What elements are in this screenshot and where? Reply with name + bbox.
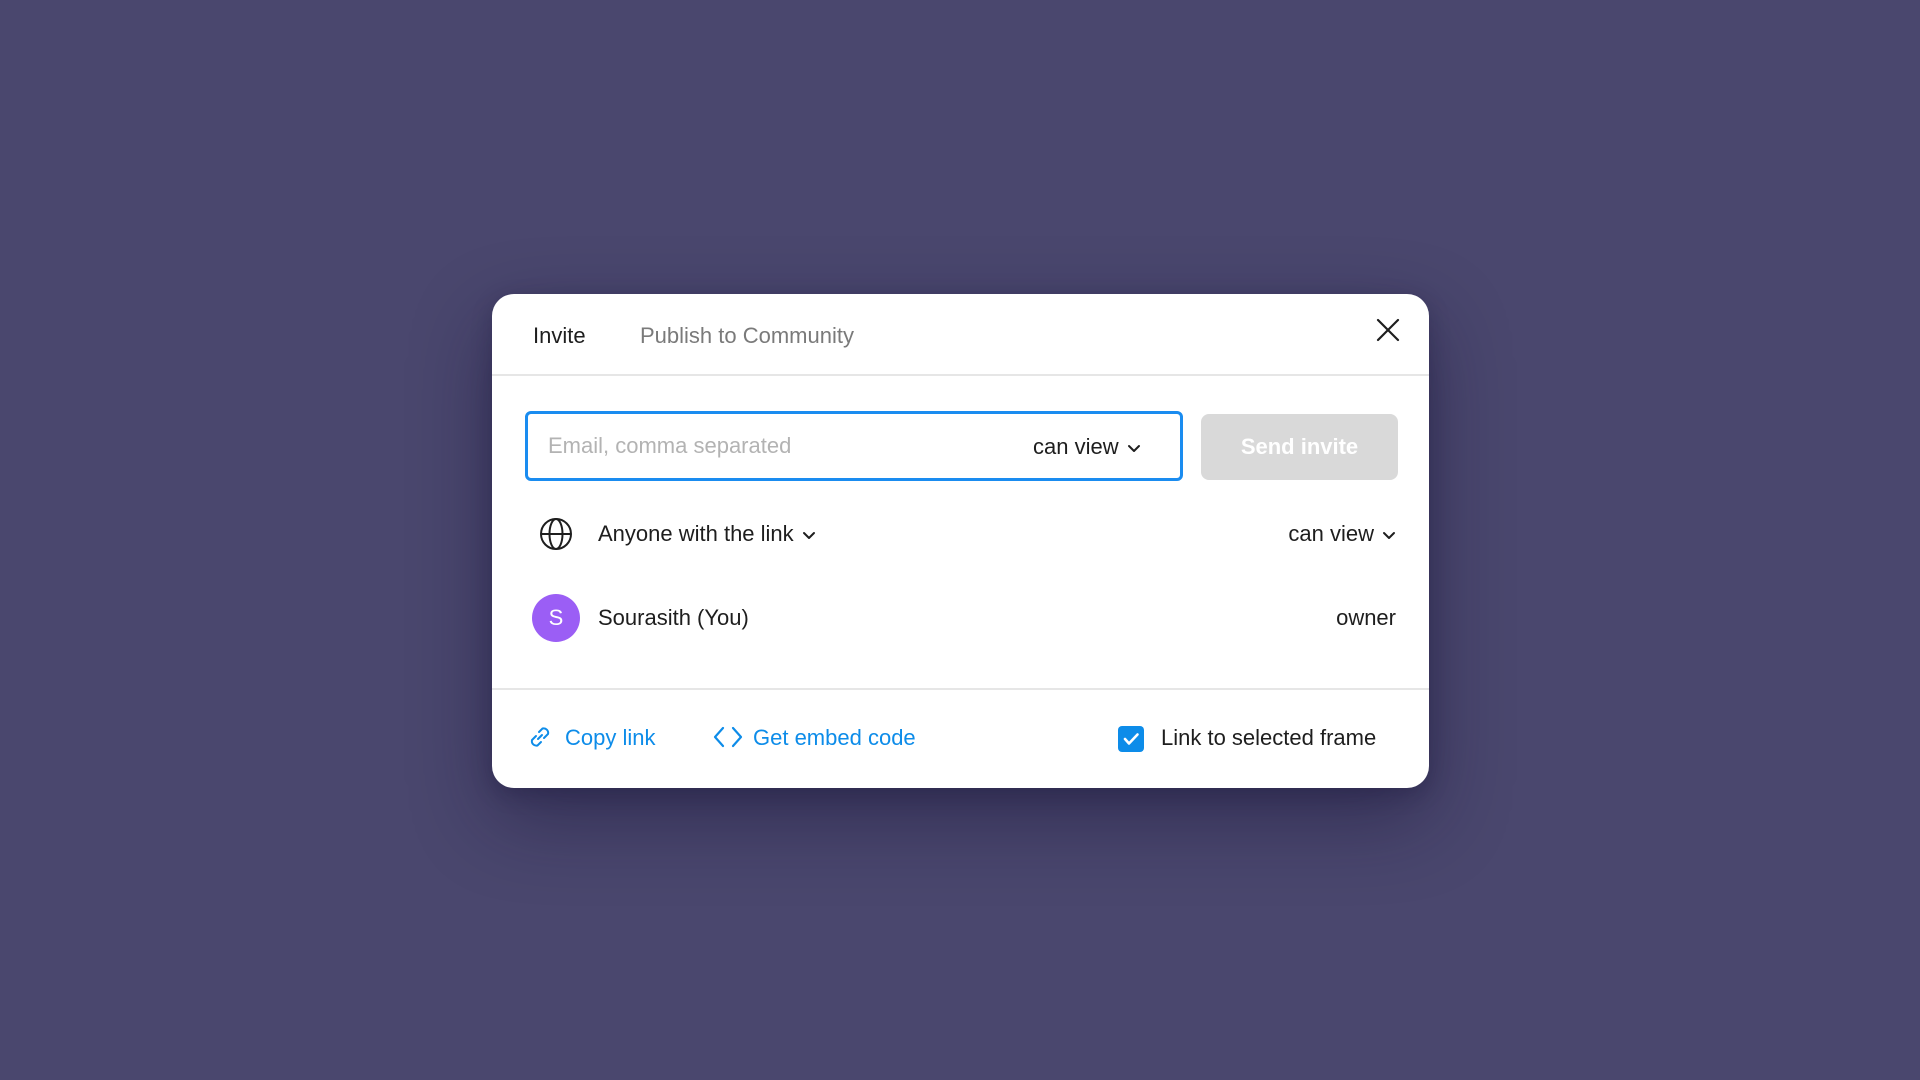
link-access-row: Anyone with the link can view [492, 512, 1429, 556]
get-embed-code-button[interactable]: Get embed code [713, 724, 916, 752]
check-icon [1123, 733, 1139, 745]
link-to-frame-label: Link to selected frame [1161, 725, 1377, 750]
close-icon [1376, 318, 1400, 342]
chevron-down-icon [1127, 445, 1140, 453]
member-name: Sourasith (You) [598, 605, 749, 630]
link-icon [530, 727, 550, 747]
invite-permission-value: can view [1033, 434, 1119, 459]
tab-invite[interactable]: Invite [533, 322, 586, 350]
copy-link-label: Copy link [565, 725, 656, 750]
dialog-header: Invite Publish to Community [492, 294, 1429, 376]
dialog-footer: Copy link Get embed code Link to selecte… [492, 688, 1429, 788]
member-row: S Sourasith (You) owner [492, 592, 1429, 644]
close-button[interactable] [1372, 314, 1404, 346]
member-role: owner [1336, 605, 1396, 630]
tab-publish-to-community[interactable]: Publish to Community [640, 322, 854, 350]
globe-icon [540, 518, 572, 550]
avatar: S [532, 594, 580, 642]
embed-code-label: Get embed code [753, 725, 916, 750]
send-invite-button[interactable]: Send invite [1201, 414, 1398, 480]
chevron-down-icon [1383, 532, 1395, 540]
link-scope-select[interactable]: Anyone with the link [598, 521, 816, 547]
link-to-frame-checkbox[interactable] [1118, 726, 1144, 752]
email-field-container: can view [525, 411, 1183, 481]
share-dialog: Invite Publish to Community can view Sen… [492, 294, 1429, 788]
invite-permission-select[interactable]: can view [1033, 434, 1141, 460]
link-permission-value: can view [1288, 521, 1374, 546]
email-input[interactable] [548, 428, 1008, 464]
code-icon [713, 727, 743, 748]
copy-link-button[interactable]: Copy link [525, 724, 655, 752]
link-permission-select[interactable]: can view [1288, 521, 1396, 547]
link-scope-value: Anyone with the link [598, 521, 794, 546]
chevron-down-icon [802, 532, 815, 540]
